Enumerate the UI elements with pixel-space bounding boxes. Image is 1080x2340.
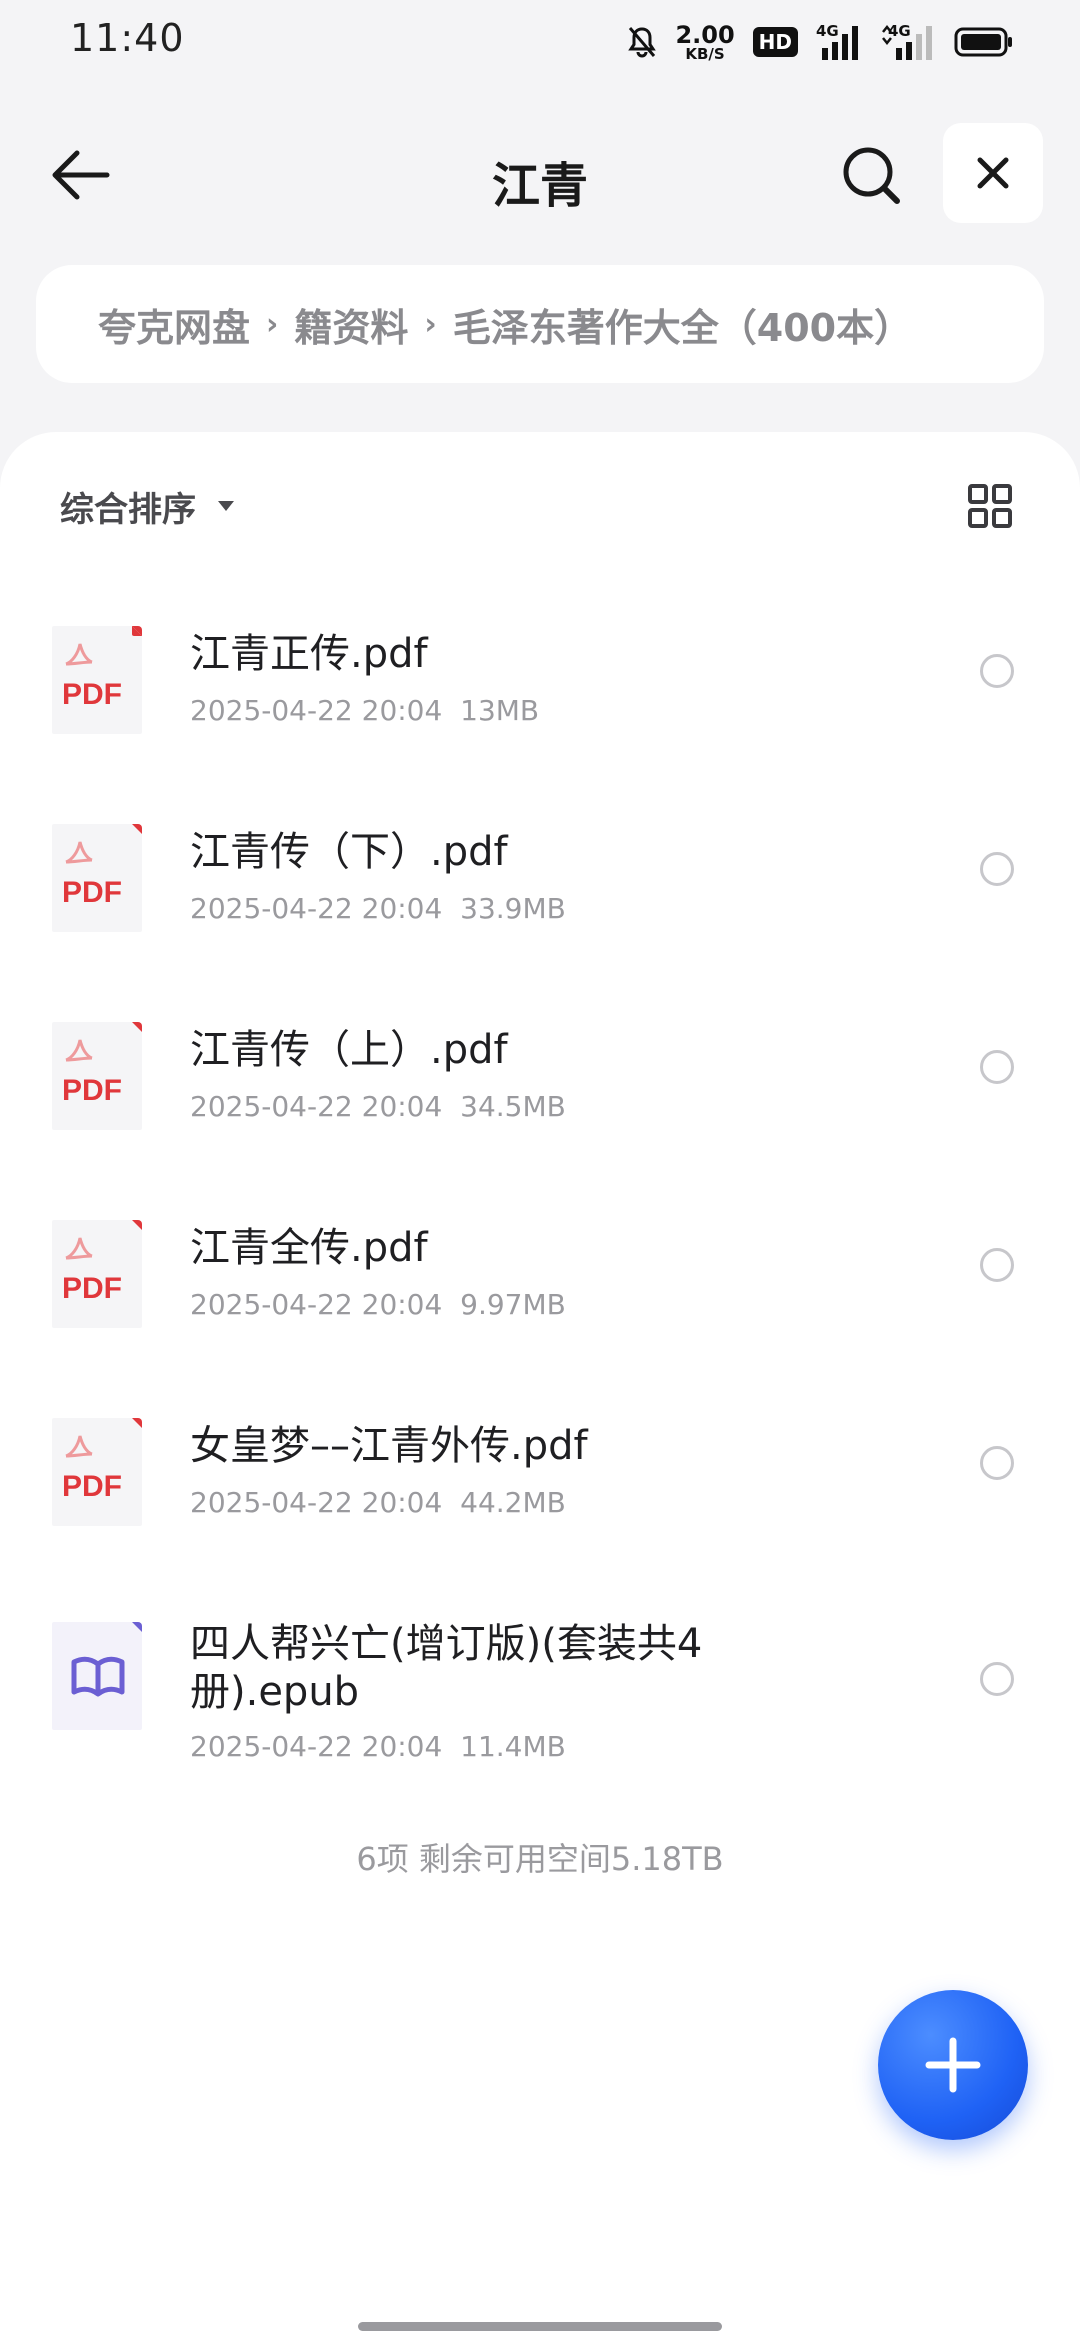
file-size: 44.2MB: [460, 1486, 566, 1519]
file-size: 11.4MB: [460, 1730, 566, 1763]
file-date: 2025-04-22 20:04: [190, 1730, 443, 1763]
file-name: 江青传（下）.pdf: [190, 829, 508, 875]
file-meta: 2025-04-22 20:04 44.2MB: [190, 1486, 566, 1519]
file-row[interactable]: PDF 江青传（下）.pdf 2025-04-22 20:04 33.9MB: [0, 770, 1080, 968]
close-icon: [977, 157, 1009, 189]
chevron-right-icon: ›: [424, 306, 437, 342]
page: 11:40 2.00 KB/S HD 4G 4G 江青 夸克网盘 › 籍资料 ›…: [0, 0, 1080, 2340]
close-button[interactable]: [943, 123, 1043, 223]
file-name: 江青正传.pdf: [190, 631, 428, 677]
select-checkbox[interactable]: [980, 1446, 1014, 1480]
file-size: 34.5MB: [460, 1090, 566, 1123]
sort-dropdown[interactable]: 综合排序: [60, 476, 236, 536]
pdf-label: PDF: [62, 1074, 122, 1107]
file-row[interactable]: PDF 江青传（上）.pdf 2025-04-22 20:04 34.5MB: [0, 968, 1080, 1166]
network-type-2: 4G: [888, 22, 911, 40]
search-button[interactable]: [830, 134, 912, 216]
pdf-file-icon: PDF: [52, 824, 142, 932]
pdf-file-icon: PDF: [52, 1022, 142, 1130]
file-list: PDF 江青正传.pdf 2025-04-22 20:04 13MB PDF 江…: [0, 572, 1080, 1794]
file-date: 2025-04-22 20:04: [190, 892, 443, 925]
network-type-1: 4G: [816, 22, 839, 40]
pdf-label: PDF: [62, 678, 122, 711]
breadcrumb-item[interactable]: 夸克网盘: [98, 297, 250, 352]
file-name: 江青传（上）.pdf: [190, 1027, 508, 1073]
file-date: 2025-04-22 20:04: [190, 1486, 443, 1519]
file-row[interactable]: PDF 江青全传.pdf 2025-04-22 20:04 9.97MB: [0, 1166, 1080, 1364]
grid-view-button[interactable]: [960, 476, 1020, 536]
plus-icon: [925, 2037, 981, 2093]
status-bar: 11:40 2.00 KB/S HD 4G 4G: [0, 0, 1080, 84]
caret-down-icon: [218, 501, 234, 511]
file-meta: 2025-04-22 20:04 33.9MB: [190, 892, 566, 925]
file-row[interactable]: 四人帮兴亡(增订版)(套装共4册).epub 2025-04-22 20:04 …: [0, 1562, 1080, 1794]
network-speed-value: 2.00: [675, 20, 735, 49]
network-speed: 2.00 KB/S: [675, 23, 734, 62]
chevron-right-icon: ›: [266, 306, 279, 342]
select-checkbox[interactable]: [980, 852, 1014, 886]
file-meta: 2025-04-22 20:04 13MB: [190, 694, 539, 727]
file-size: 9.97MB: [460, 1288, 566, 1321]
hd-icon: HD: [752, 27, 798, 57]
breadcrumb-item[interactable]: 籍资料: [294, 297, 408, 352]
file-meta: 2025-04-22 20:04 34.5MB: [190, 1090, 566, 1123]
epub-book-icon: [52, 1622, 142, 1730]
network-speed-unit: KB/S: [685, 44, 725, 63]
pdf-file-icon: PDF: [52, 1220, 142, 1328]
bell-muted-icon: [627, 25, 657, 59]
signal-icon: 4G: [816, 22, 862, 62]
file-name: 女皇梦––江青外传.pdf: [190, 1423, 588, 1469]
battery-icon: [954, 26, 1014, 58]
file-size: 33.9MB: [460, 892, 566, 925]
select-checkbox[interactable]: [980, 1050, 1014, 1084]
pdf-label: PDF: [62, 876, 122, 909]
pdf-label: PDF: [62, 1272, 122, 1305]
search-icon: [843, 147, 900, 204]
file-date: 2025-04-22 20:04: [190, 694, 443, 727]
home-indicator[interactable]: [358, 2322, 722, 2331]
hd-badge-text: HD: [758, 30, 792, 54]
pdf-label: PDF: [62, 1470, 122, 1503]
pdf-file-icon: PDF: [52, 626, 142, 734]
file-meta: 2025-04-22 20:04 11.4MB: [190, 1730, 566, 1763]
page-title: 江青: [491, 158, 588, 214]
signal-icon-2: 4G: [880, 22, 936, 62]
pdf-file-icon: PDF: [52, 1418, 142, 1526]
file-name: 江青全传.pdf: [190, 1225, 428, 1271]
select-checkbox[interactable]: [980, 654, 1014, 688]
file-date: 2025-04-22 20:04: [190, 1288, 443, 1321]
file-size: 13MB: [460, 694, 540, 727]
file-name: 四人帮兴亡(增订版)(套装共4册).epub: [190, 1621, 703, 1715]
add-button[interactable]: [878, 1990, 1028, 2140]
breadcrumb-current[interactable]: 毛泽东著作大全（400本）: [453, 297, 912, 352]
select-checkbox[interactable]: [980, 1662, 1014, 1696]
file-date: 2025-04-22 20:04: [190, 1090, 443, 1123]
breadcrumb: 夸克网盘 › 籍资料 › 毛泽东著作大全（400本）: [36, 265, 1044, 383]
file-row[interactable]: PDF 女皇梦––江青外传.pdf 2025-04-22 20:04 44.2M…: [0, 1364, 1080, 1562]
select-checkbox[interactable]: [980, 1248, 1014, 1282]
file-meta: 2025-04-22 20:04 9.97MB: [190, 1288, 566, 1321]
sort-label: 综合排序: [60, 489, 196, 530]
grid-icon: [968, 484, 1012, 528]
file-row[interactable]: PDF 江青正传.pdf 2025-04-22 20:04 13MB: [0, 572, 1080, 770]
storage-summary: 6项 剩余可用空间5.18TB: [356, 1840, 724, 1878]
status-time: 11:40: [70, 16, 185, 60]
header: 江青: [0, 110, 1080, 240]
status-icons: 2.00 KB/S HD 4G 4G: [627, 18, 1014, 66]
